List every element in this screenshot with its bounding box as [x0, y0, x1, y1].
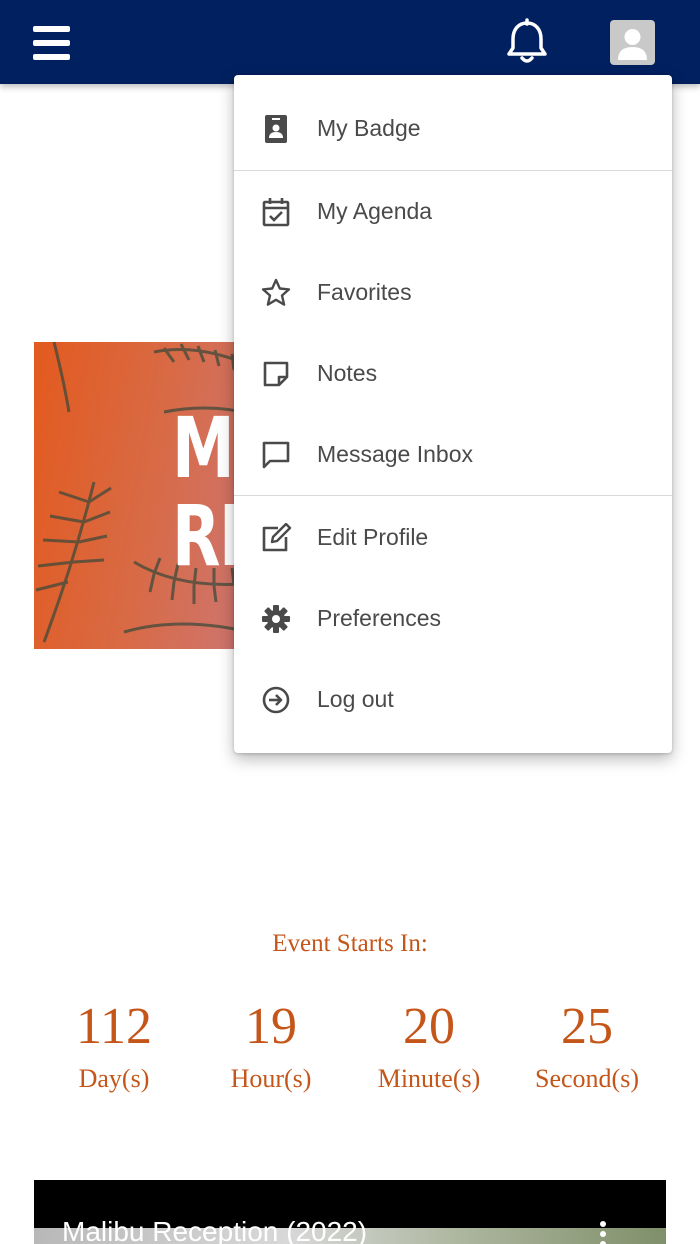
- menu-item-label: Message Inbox: [317, 441, 473, 467]
- note-icon: [260, 358, 292, 390]
- app-screen: M RE Event Starts In: 112 Day(s) 19 Hour…: [0, 0, 700, 1244]
- countdown-hours-value: 19: [245, 998, 297, 1055]
- countdown-days-value: 112: [75, 998, 153, 1055]
- menu-item-label: My Badge: [317, 115, 421, 141]
- hamburger-menu-icon[interactable]: [33, 26, 71, 60]
- menu-item-label: Favorites: [317, 279, 412, 305]
- countdown-minutes: 20 Minute(s): [349, 995, 509, 1099]
- menu-divider: [234, 495, 672, 496]
- menu-item-label: Notes: [317, 360, 378, 386]
- countdown-seconds: 25 Second(s): [507, 995, 667, 1099]
- menu-item-my-badge[interactable]: My Badge: [234, 88, 672, 169]
- countdown-seconds-label: Second(s): [535, 1064, 639, 1093]
- countdown-minutes-value: 20: [403, 998, 455, 1055]
- countdown-hours: 19 Hour(s): [191, 995, 351, 1099]
- edit-icon: [260, 522, 292, 554]
- menu-item-favorites[interactable]: Favorites: [234, 252, 672, 333]
- user-avatar-icon[interactable]: [610, 20, 655, 65]
- logout-icon: [260, 684, 292, 716]
- menu-item-label: Preferences: [317, 605, 442, 631]
- menu-item-message-inbox[interactable]: Message Inbox: [234, 414, 672, 495]
- menu-item-label: Log out: [317, 686, 394, 712]
- menu-item-label: Edit Profile: [317, 524, 429, 550]
- calendar-check-icon: [260, 196, 292, 228]
- video-title[interactable]: Malibu Reception (2022): [62, 1216, 367, 1244]
- countdown-seconds-value: 25: [561, 998, 613, 1055]
- top-navigation-bar: [0, 0, 700, 84]
- menu-item-edit-profile[interactable]: Edit Profile: [234, 497, 672, 578]
- gear-icon: [260, 603, 292, 635]
- menu-item-label: My Agenda: [317, 198, 433, 224]
- badge-icon: [260, 113, 292, 145]
- menu-item-preferences[interactable]: Preferences: [234, 578, 672, 659]
- countdown-title: Event Starts In:: [272, 930, 428, 957]
- countdown-minutes-label: Minute(s): [377, 1064, 481, 1093]
- star-icon: [260, 277, 292, 309]
- menu-item-my-agenda[interactable]: My Agenda: [234, 171, 672, 252]
- countdown-days: 112 Day(s): [34, 995, 194, 1099]
- countdown-hours-label: Hour(s): [230, 1064, 312, 1093]
- notification-bell-icon[interactable]: [504, 18, 550, 66]
- user-dropdown-menu: My Badge My Agenda Favorites Notes Messa…: [234, 75, 672, 753]
- video-player[interactable]: Malibu Reception (2022): [34, 1180, 666, 1244]
- menu-item-notes[interactable]: Notes: [234, 333, 672, 414]
- message-icon: [260, 439, 292, 471]
- menu-item-log-out[interactable]: Log out: [234, 659, 672, 740]
- countdown-days-label: Day(s): [78, 1064, 150, 1093]
- more-options-icon[interactable]: [599, 1220, 607, 1244]
